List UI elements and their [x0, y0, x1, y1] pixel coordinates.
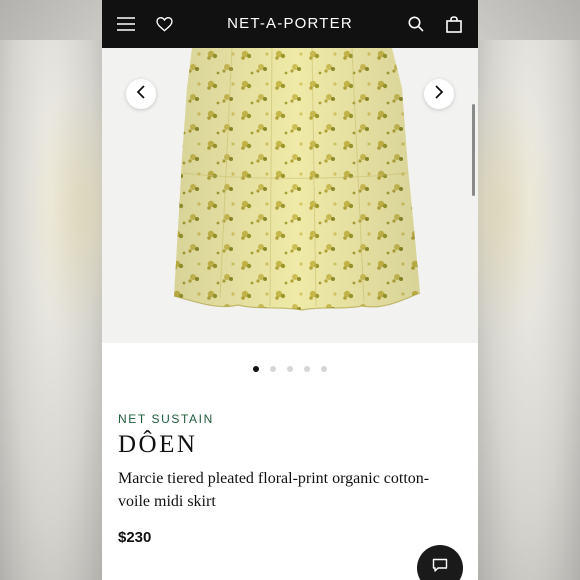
product-price: $230	[118, 529, 152, 546]
pagination-dot[interactable]	[287, 366, 293, 372]
chat-button[interactable]	[417, 545, 463, 580]
top-navigation-bar: NET-A-PORTER	[102, 0, 478, 48]
chevron-left-icon	[136, 84, 146, 104]
product-image-gallery[interactable]	[102, 48, 478, 343]
next-image-button[interactable]	[424, 79, 454, 109]
pagination-dot[interactable]	[253, 366, 259, 372]
pagination-dot[interactable]	[270, 366, 276, 372]
previous-image-button[interactable]	[126, 79, 156, 109]
designer-name[interactable]: DÔEN	[118, 431, 197, 459]
gallery-pagination-dots	[102, 366, 478, 376]
phone-screen: NET-A-PORTER NET SUSTAIN DÔEN Marcie tie…	[102, 0, 478, 580]
chat-bubble-icon	[432, 558, 448, 578]
pagination-dot[interactable]	[304, 366, 310, 372]
floral-skirt-image	[173, 48, 421, 311]
search-icon[interactable]	[402, 10, 430, 38]
pagination-dot[interactable]	[321, 366, 327, 372]
net-sustain-label[interactable]: NET SUSTAIN	[118, 412, 214, 426]
chevron-right-icon	[434, 84, 444, 104]
scrollbar[interactable]	[472, 104, 475, 196]
bag-icon[interactable]	[440, 10, 468, 38]
background-blur-right	[438, 40, 580, 580]
product-name: Marcie tiered pleated floral-print organ…	[118, 470, 430, 510]
background-blur-left	[0, 40, 142, 580]
